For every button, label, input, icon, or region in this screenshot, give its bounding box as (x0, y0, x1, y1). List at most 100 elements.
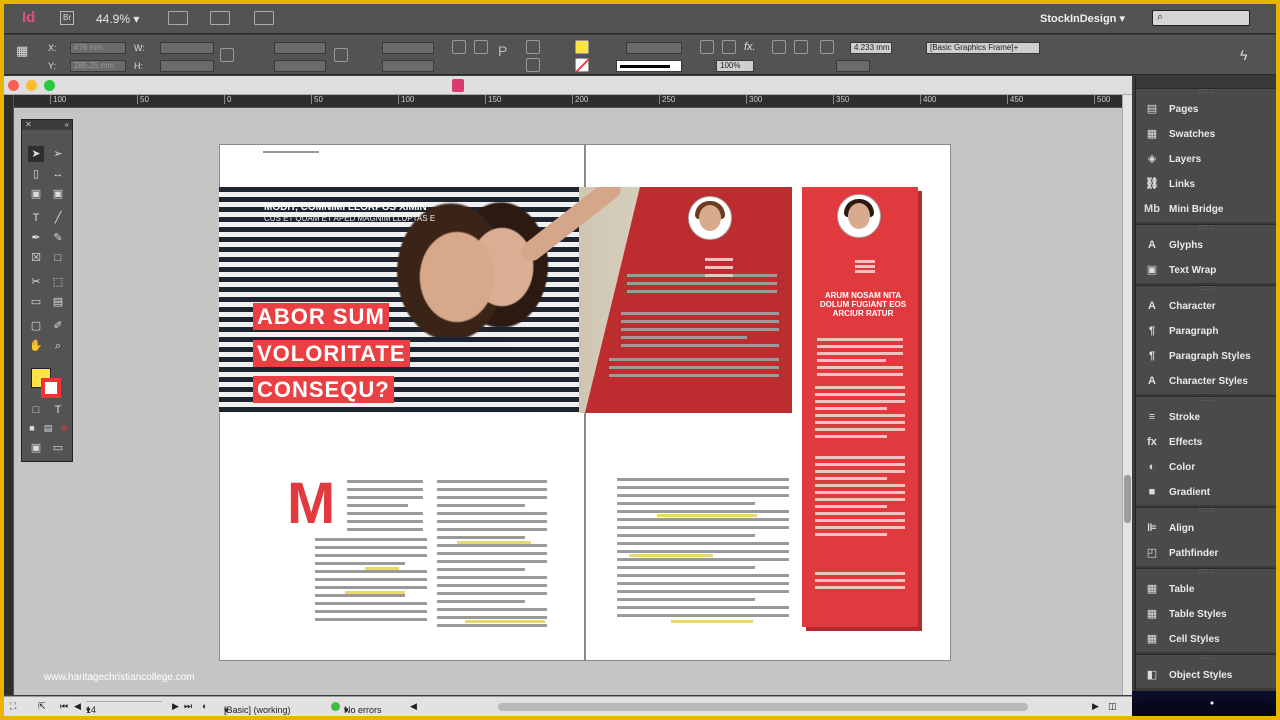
panel-item-color[interactable]: ◐ Color (1136, 455, 1276, 480)
fill-swatch[interactable] (575, 40, 589, 54)
panel-item-swatches[interactable]: ▦ Swatches (1136, 122, 1276, 147)
panel-group-grip[interactable]: :::::::: (1136, 568, 1276, 577)
help-search-input[interactable]: ⌕ (1152, 10, 1250, 26)
panel-item-gradient[interactable]: ■ Gradient (1136, 480, 1276, 505)
vertical-ruler[interactable] (4, 95, 14, 695)
direct-selection-tool-icon[interactable]: ➢ (50, 146, 66, 162)
width-field[interactable] (160, 42, 214, 54)
pen-tool-icon[interactable]: ✒ (28, 230, 44, 246)
screen-mode-icon[interactable] (210, 11, 230, 25)
panel-item-paragraph-styles[interactable]: ¶ Paragraph Styles (1136, 344, 1276, 369)
last-page-button[interactable]: ⏭ (184, 701, 192, 712)
eyedropper-tool-icon[interactable]: ✐ (50, 318, 66, 334)
rectangle-tool-icon[interactable]: □ (50, 250, 66, 266)
lightning-icon[interactable]: ϟ (1240, 47, 1247, 63)
free-transform-tool-icon[interactable]: ⬚ (50, 274, 66, 290)
maximize-window-button[interactable] (44, 80, 55, 91)
gap-tool-icon[interactable]: ↔ (50, 166, 66, 182)
apply-none-icon[interactable]: ⊘ (56, 420, 72, 436)
scissors-tool-icon[interactable]: ✂ (28, 274, 44, 290)
panel-group-grip[interactable]: :::::::: (1136, 88, 1276, 97)
panel-group-grip[interactable]: :::::::: (1136, 224, 1276, 233)
page-number-field[interactable]: 14 ▾ (86, 701, 162, 715)
auto-fit-icon[interactable] (794, 40, 808, 54)
hand-tool-icon[interactable]: ✋ (28, 338, 44, 354)
panel-item-text-wrap[interactable]: ▣ Text Wrap (1136, 258, 1276, 283)
corner-shape-dropdown[interactable] (836, 60, 870, 72)
scroll-left-button[interactable]: ◀ (410, 701, 417, 712)
panel-item-effects[interactable]: fx Effects (1136, 430, 1276, 455)
workspace-switcher[interactable]: StockInDesign ▾ (1040, 12, 1125, 25)
formatting-text-icon[interactable]: T (50, 402, 66, 418)
page-tool-icon[interactable]: ▯ (28, 166, 44, 182)
rotate-ccw-icon[interactable] (474, 40, 488, 54)
height-field[interactable] (160, 60, 214, 72)
screen-mode-icon[interactable]: ⛶ (10, 701, 16, 712)
note-tool-icon[interactable]: ▢ (28, 318, 44, 334)
horizontal-ruler[interactable]: 100 50 0 50 100 150 200 250 300 350 400 450 500 (14, 95, 1122, 108)
panel-item-mini-bridge[interactable]: Mb Mini Bridge (1136, 197, 1276, 222)
panel-item-links[interactable]: ⛓ Links (1136, 172, 1276, 197)
panel-item-character-styles[interactable]: A Character Styles (1136, 369, 1276, 394)
scale-y-field[interactable] (274, 60, 326, 72)
stroke-weight-field[interactable]: 4.233 mm (850, 42, 892, 54)
stroke-type-dropdown[interactable] (616, 60, 682, 72)
panel-item-paragraph[interactable]: ¶ Paragraph (1136, 319, 1276, 344)
panel-item-character[interactable]: A Character (1136, 294, 1276, 319)
pasteboard[interactable]: MODIT, COMNIMI LLORPOS XIMIN CUS ET QUAM… (14, 108, 1122, 695)
scroll-right-button[interactable]: ▶ (1092, 701, 1099, 712)
object-style-dropdown[interactable]: [Basic Graphics Frame]+ (926, 42, 1040, 54)
view-options-icon[interactable] (168, 11, 188, 25)
panel-item-table[interactable]: ▦ Table (1136, 577, 1276, 602)
opacity-field[interactable]: 100% (716, 60, 754, 72)
zoom-level-dropdown[interactable]: 44.9% ▾ (96, 12, 139, 26)
content-collector-icon[interactable]: ▣ (28, 186, 44, 202)
bridge-button[interactable]: Br (60, 11, 74, 25)
scale-x-field[interactable] (274, 42, 326, 54)
panel-item-object-styles[interactable]: ◧ Object Styles (1136, 663, 1276, 688)
preview-mode-icon[interactable]: ▭ (50, 440, 66, 456)
stroke-weight-dropdown[interactable] (626, 42, 682, 54)
arrange-documents-icon[interactable] (254, 11, 274, 25)
panel-item-align[interactable]: ⊫ Align (1136, 516, 1276, 541)
minimize-window-button[interactable] (26, 80, 37, 91)
open-in-window-icon[interactable]: ⇱ (38, 701, 46, 712)
panel-item-glyphs[interactable]: A Glyphs (1136, 233, 1276, 258)
author-avatar-male[interactable] (838, 195, 880, 237)
first-page-button[interactable]: ⏮ (60, 701, 68, 712)
constrain-proportions-icon[interactable] (220, 48, 234, 62)
rotation-field[interactable] (382, 42, 434, 54)
panel-item-cell-styles[interactable]: ▦ Cell Styles (1136, 627, 1276, 652)
rectangle-frame-tool-icon[interactable]: ☒ (28, 250, 44, 266)
normal-view-icon[interactable]: ▣ (28, 440, 44, 456)
chain-link-icon[interactable] (334, 48, 348, 62)
formatting-container-icon[interactable]: □ (28, 402, 44, 418)
line-tool-icon[interactable]: ╱ (50, 210, 66, 226)
gradient-feather-tool-icon[interactable]: ▤ (50, 294, 66, 310)
text-frame-options-icon[interactable] (772, 40, 786, 54)
pencil-tool-icon[interactable]: ✎ (50, 230, 66, 246)
stroke-swatch[interactable] (575, 58, 589, 72)
panel-group-grip[interactable]: :::::::: (1136, 396, 1276, 405)
shear-field[interactable] (382, 60, 434, 72)
panel-item-table-styles[interactable]: ▦ Table Styles (1136, 602, 1276, 627)
author-avatar-female[interactable] (689, 197, 731, 239)
tools-panel-header[interactable]: ✕ « (22, 120, 72, 130)
panel-group-grip[interactable]: :::::::: (1136, 654, 1276, 663)
panel-group-grip[interactable]: :::::::: (1136, 507, 1276, 516)
vertical-scrollbar[interactable] (1122, 95, 1132, 695)
corner-options-icon[interactable] (820, 40, 834, 54)
next-page-button[interactable]: ▶ (172, 701, 179, 712)
scrollbar-thumb[interactable] (1124, 475, 1131, 523)
text-on-path-icon[interactable]: P (498, 43, 512, 59)
panel-item-layers[interactable]: ◈ Layers (1136, 147, 1276, 172)
zoom-tool-icon[interactable]: ⌕ (50, 338, 66, 354)
rotate-cw-icon[interactable] (452, 40, 466, 54)
panel-item-stroke[interactable]: ≡ Stroke (1136, 405, 1276, 430)
drop-shadow-icon[interactable] (722, 40, 736, 54)
close-window-button[interactable] (8, 80, 19, 91)
apply-color-icon[interactable]: ■ (24, 420, 40, 436)
horizontal-scrollbar-thumb[interactable] (498, 703, 1028, 711)
effects-fx-icon[interactable]: fx. (744, 41, 756, 53)
content-placer-icon[interactable]: ▣ (50, 186, 66, 202)
